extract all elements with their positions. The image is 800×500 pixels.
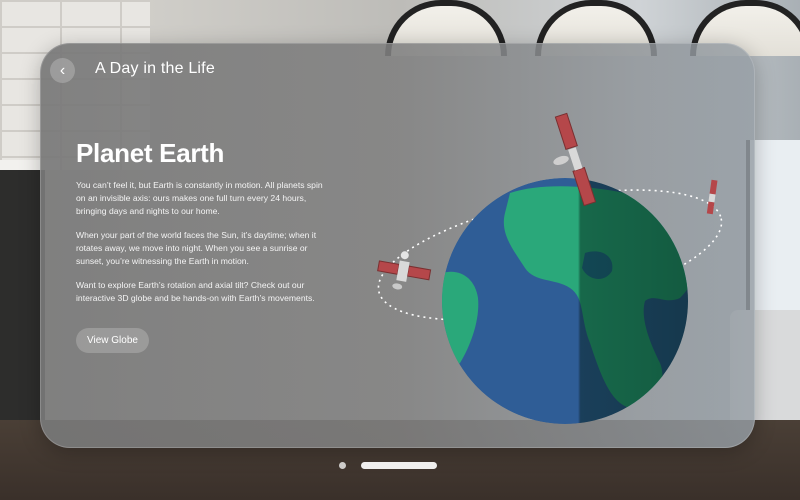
satellite-left bbox=[377, 251, 432, 290]
night-shadow bbox=[442, 178, 688, 424]
glass-window-panel: ‹ A Day in the Life Planet Earth You can… bbox=[40, 43, 755, 448]
back-button[interactable]: ‹ bbox=[50, 58, 75, 83]
page-indicator-dot[interactable] bbox=[339, 462, 346, 469]
paragraph-2: When your part of the world faces the Su… bbox=[76, 230, 317, 266]
globe bbox=[442, 178, 688, 424]
satellite-right bbox=[706, 179, 718, 215]
chevron-left-icon: ‹ bbox=[59, 61, 66, 79]
view-globe-button[interactable]: View Globe bbox=[76, 328, 149, 353]
paragraph-1: You can’t feel it, but Earth is constant… bbox=[76, 180, 323, 216]
paragraph-3: Want to explore Earth’s rotation and axi… bbox=[76, 280, 315, 303]
window-grabber-bar[interactable] bbox=[361, 462, 437, 469]
article-heading: Planet Earth bbox=[76, 138, 225, 168]
window-title: A Day in the Life bbox=[95, 60, 215, 77]
article-content: Planet Earth You can’t feel it, but Eart… bbox=[76, 138, 326, 353]
